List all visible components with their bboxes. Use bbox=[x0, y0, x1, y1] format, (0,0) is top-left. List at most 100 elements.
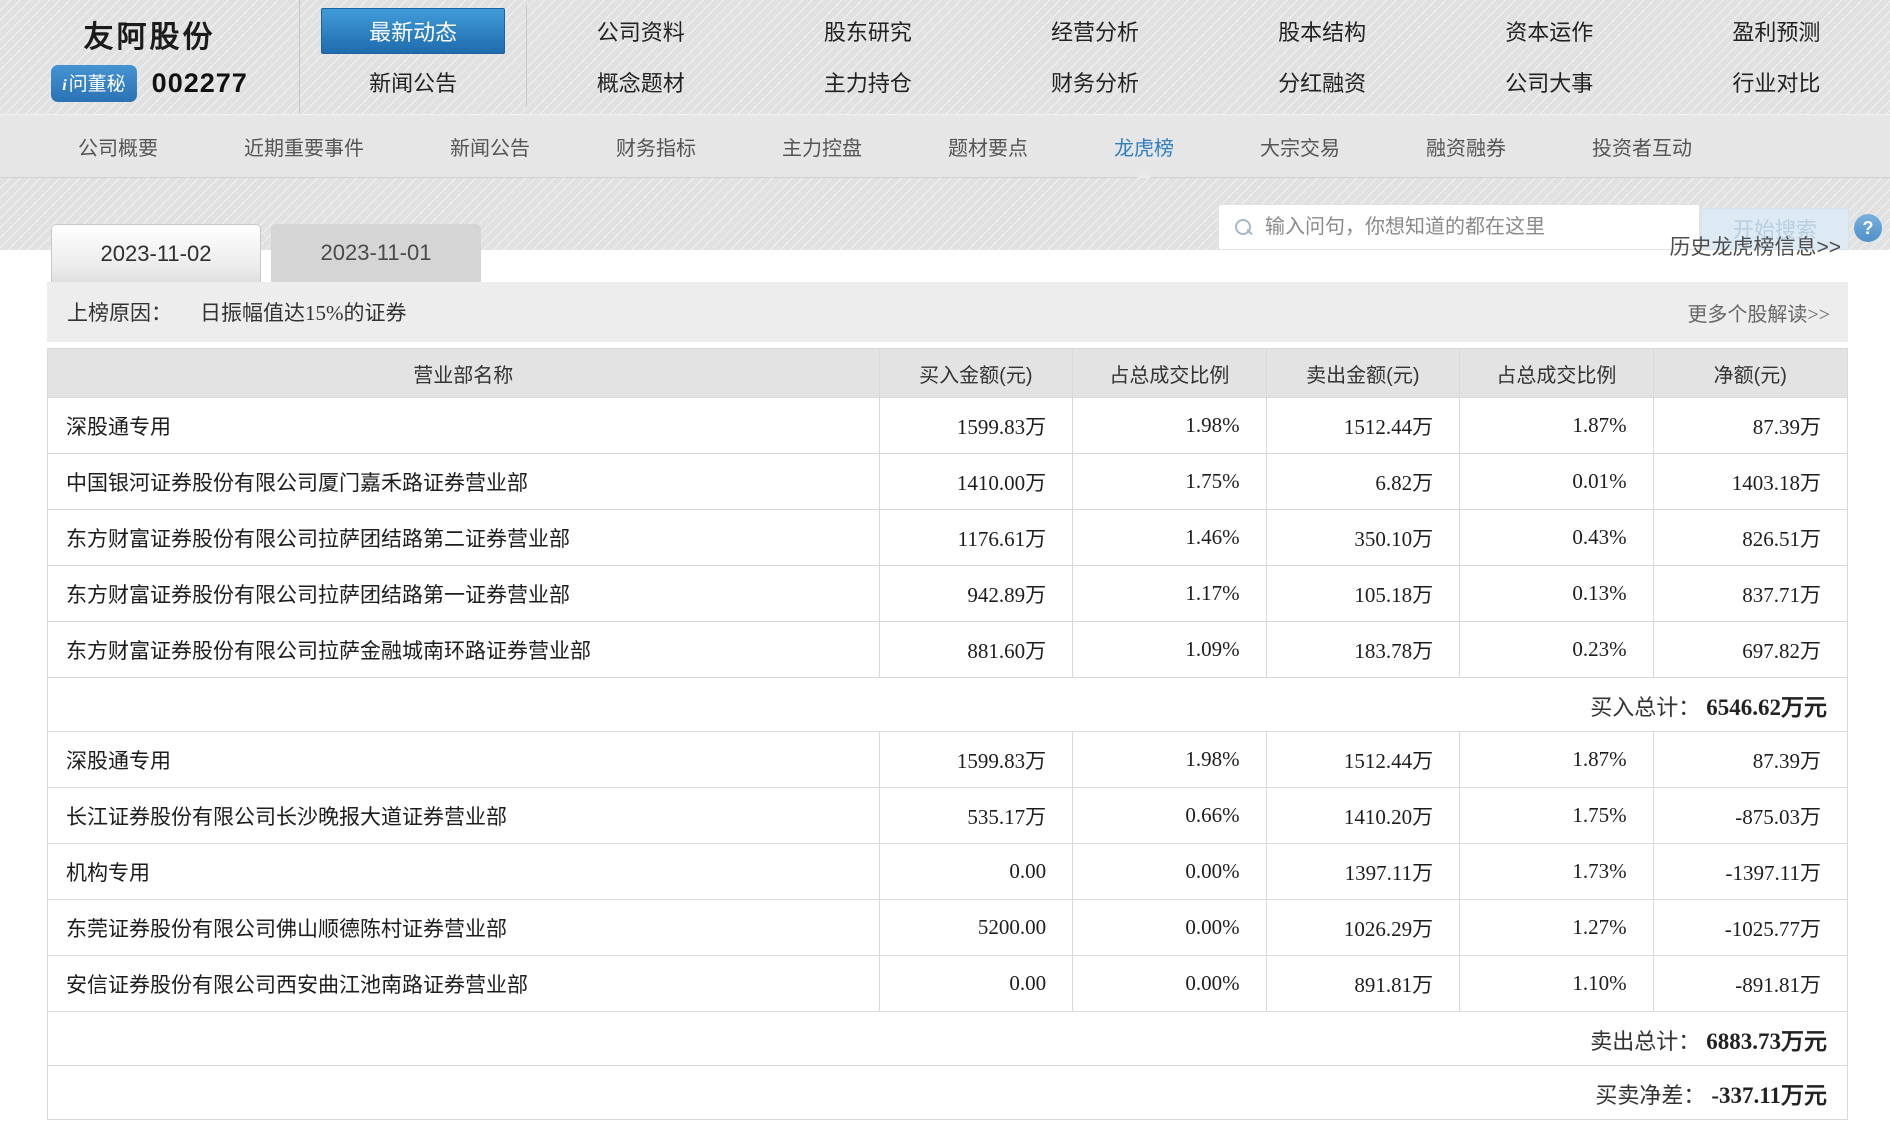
subnav-item[interactable]: 公司概要 bbox=[78, 132, 158, 161]
broker-table: 营业部名称买入金额(元)占总成交比例卖出金额(元)占总成交比例净额(元) 深股通… bbox=[47, 348, 1848, 1120]
table-row: 深股通专用1599.83万1.98%1512.44万1.87%87.39万 bbox=[48, 732, 1848, 788]
broker-name-cell: 东莞证券股份有限公司佛山顺德陈村证券营业部 bbox=[48, 900, 880, 956]
column-header: 占总成交比例 bbox=[1460, 349, 1654, 398]
value-cell: 0.23% bbox=[1460, 622, 1654, 678]
search-icon bbox=[1235, 219, 1252, 236]
subnav-item[interactable]: 财务指标 bbox=[616, 132, 696, 161]
table-row: 东莞证券股份有限公司佛山顺德陈村证券营业部5200.000.00%1026.29… bbox=[48, 900, 1848, 956]
nav-item[interactable]: 主力持仓 bbox=[806, 60, 930, 104]
table-row: 长江证券股份有限公司长沙晚报大道证券营业部535.17万0.66%1410.20… bbox=[48, 788, 1848, 844]
ask-secretary-icon: i bbox=[62, 76, 66, 96]
value-cell: 1.75% bbox=[1073, 454, 1267, 510]
value-cell: 0.01% bbox=[1460, 454, 1654, 510]
value-cell: 5200.00 bbox=[879, 900, 1073, 956]
value-cell: 350.10万 bbox=[1266, 510, 1460, 566]
broker-name-cell: 东方财富证券股份有限公司拉萨团结路第一证券营业部 bbox=[48, 566, 880, 622]
net-diff-row: 买卖净差：-337.11万元 bbox=[48, 1066, 1848, 1120]
subnav-item[interactable]: 投资者互动 bbox=[1592, 132, 1692, 161]
history-longhu-link[interactable]: 历史龙虎榜信息>> bbox=[1669, 231, 1841, 261]
nav-item[interactable]: 经营分析 bbox=[1033, 9, 1157, 53]
nav-column: 资本运作公司大事 bbox=[1436, 5, 1663, 107]
value-cell: -1025.77万 bbox=[1653, 900, 1847, 956]
subnav-item[interactable]: 近期重要事件 bbox=[244, 132, 364, 161]
value-cell: 1599.83万 bbox=[879, 398, 1073, 454]
value-cell: -891.81万 bbox=[1653, 956, 1847, 1012]
value-cell: 1.27% bbox=[1460, 900, 1654, 956]
value-cell: 1512.44万 bbox=[1266, 398, 1460, 454]
subnav-item[interactable]: 题材要点 bbox=[948, 132, 1028, 161]
value-cell: 1.46% bbox=[1073, 510, 1267, 566]
nav-column: 盈利预测行业对比 bbox=[1663, 5, 1890, 107]
value-cell: 1397.11万 bbox=[1266, 844, 1460, 900]
table-head: 营业部名称买入金额(元)占总成交比例卖出金额(元)占总成交比例净额(元) bbox=[48, 349, 1848, 398]
nav-item[interactable]: 最新动态 bbox=[321, 8, 505, 54]
subnav-item[interactable]: 新闻公告 bbox=[450, 132, 530, 161]
page-body: 2023-11-022023-11-01 开始搜索 历史龙虎榜信息>> ? 上榜… bbox=[0, 178, 1890, 1120]
broker-name-cell: 深股通专用 bbox=[48, 398, 880, 454]
sell-total-row: 卖出总计：6883.73万元 bbox=[48, 1012, 1848, 1066]
subnav-item[interactable]: 主力控盘 bbox=[782, 132, 862, 161]
nav-column: 经营分析财务分析 bbox=[981, 5, 1208, 107]
value-cell: -1397.11万 bbox=[1653, 844, 1847, 900]
main-nav: 最新动态新闻公告公司资料概念题材股东研究主力持仓经营分析财务分析股本结构分红融资… bbox=[300, 0, 1890, 114]
value-cell: 183.78万 bbox=[1266, 622, 1460, 678]
broker-name-cell: 安信证券股份有限公司西安曲江池南路证券营业部 bbox=[48, 956, 880, 1012]
table-row: 机构专用0.000.00%1397.11万1.73%-1397.11万 bbox=[48, 844, 1848, 900]
value-cell: 697.82万 bbox=[1653, 622, 1847, 678]
nav-item[interactable]: 股本结构 bbox=[1260, 9, 1384, 53]
nav-item[interactable]: 公司资料 bbox=[579, 9, 703, 53]
subnav-item[interactable]: 融资融券 bbox=[1426, 132, 1506, 161]
value-cell: 1.98% bbox=[1073, 398, 1267, 454]
nav-item[interactable]: 分红融资 bbox=[1260, 60, 1384, 104]
total-value: -337.11万元 bbox=[1711, 1083, 1827, 1108]
value-cell: 0.00 bbox=[879, 956, 1073, 1012]
nav-item[interactable]: 概念题材 bbox=[579, 60, 703, 104]
company-block: 友阿股份 i问董秘 002277 bbox=[0, 0, 300, 114]
value-cell: 1.87% bbox=[1460, 398, 1654, 454]
company-name: 友阿股份 bbox=[84, 12, 216, 56]
total-value: 6546.62万元 bbox=[1706, 695, 1827, 720]
value-cell: 0.00% bbox=[1073, 900, 1267, 956]
total-label: 买入总计： bbox=[1590, 695, 1700, 720]
date-tab[interactable]: 2023-11-01 bbox=[271, 224, 481, 282]
broker-name-cell: 东方财富证券股份有限公司拉萨金融城南环路证券营业部 bbox=[48, 622, 880, 678]
total-label: 卖出总计： bbox=[1590, 1029, 1700, 1054]
column-header: 卖出金额(元) bbox=[1266, 349, 1460, 398]
ask-secretary-button[interactable]: i问董秘 bbox=[51, 65, 136, 102]
nav-item[interactable]: 资本运作 bbox=[1487, 9, 1611, 53]
date-tab[interactable]: 2023-11-02 bbox=[51, 224, 261, 282]
more-stock-analysis-link[interactable]: 更多个股解读>> bbox=[1687, 298, 1830, 327]
nav-column: 最新动态新闻公告 bbox=[300, 5, 527, 107]
stock-code: 002277 bbox=[152, 68, 248, 99]
subnav-item[interactable]: 大宗交易 bbox=[1260, 132, 1340, 161]
nav-item[interactable]: 盈利预测 bbox=[1714, 9, 1838, 53]
nav-item[interactable]: 股东研究 bbox=[806, 9, 930, 53]
value-cell: 0.43% bbox=[1460, 510, 1654, 566]
ask-secretary-label: 问董秘 bbox=[69, 69, 126, 96]
search-input[interactable] bbox=[1265, 216, 1685, 239]
nav-column: 股东研究主力持仓 bbox=[754, 5, 981, 107]
stock-header: 友阿股份 i问董秘 002277 最新动态新闻公告公司资料概念题材股东研究主力持… bbox=[0, 0, 1890, 114]
nav-item[interactable]: 公司大事 bbox=[1487, 60, 1611, 104]
value-cell: 826.51万 bbox=[1653, 510, 1847, 566]
subnav-item[interactable]: 龙虎榜 bbox=[1114, 132, 1174, 161]
total-label: 买卖净差： bbox=[1595, 1083, 1705, 1108]
nav-item[interactable]: 行业对比 bbox=[1714, 60, 1838, 104]
header-row: 营业部名称买入金额(元)占总成交比例卖出金额(元)占总成交比例净额(元) bbox=[48, 349, 1848, 398]
value-cell: 1.17% bbox=[1073, 566, 1267, 622]
nav-item[interactable]: 财务分析 bbox=[1033, 60, 1157, 104]
help-icon[interactable]: ? bbox=[1854, 214, 1882, 242]
date-tabs: 2023-11-022023-11-01 bbox=[51, 224, 481, 282]
value-cell: 1.09% bbox=[1073, 622, 1267, 678]
nav-item[interactable]: 新闻公告 bbox=[351, 60, 475, 104]
value-cell: 1.10% bbox=[1460, 956, 1654, 1012]
value-cell: 891.81万 bbox=[1266, 956, 1460, 1012]
table-row: 中国银河证券股份有限公司厦门嘉禾路证券营业部1410.00万1.75%6.82万… bbox=[48, 454, 1848, 510]
value-cell: 1410.20万 bbox=[1266, 788, 1460, 844]
value-cell: -875.03万 bbox=[1653, 788, 1847, 844]
nav-column: 公司资料概念题材 bbox=[527, 5, 754, 107]
value-cell: 1512.44万 bbox=[1266, 732, 1460, 788]
nav-column: 股本结构分红融资 bbox=[1209, 5, 1436, 107]
listing-reason-strip: 上榜原因： 日振幅值达15%的证券 更多个股解读>> bbox=[47, 282, 1848, 342]
total-cell: 买入总计：6546.62万元 bbox=[48, 678, 1848, 732]
